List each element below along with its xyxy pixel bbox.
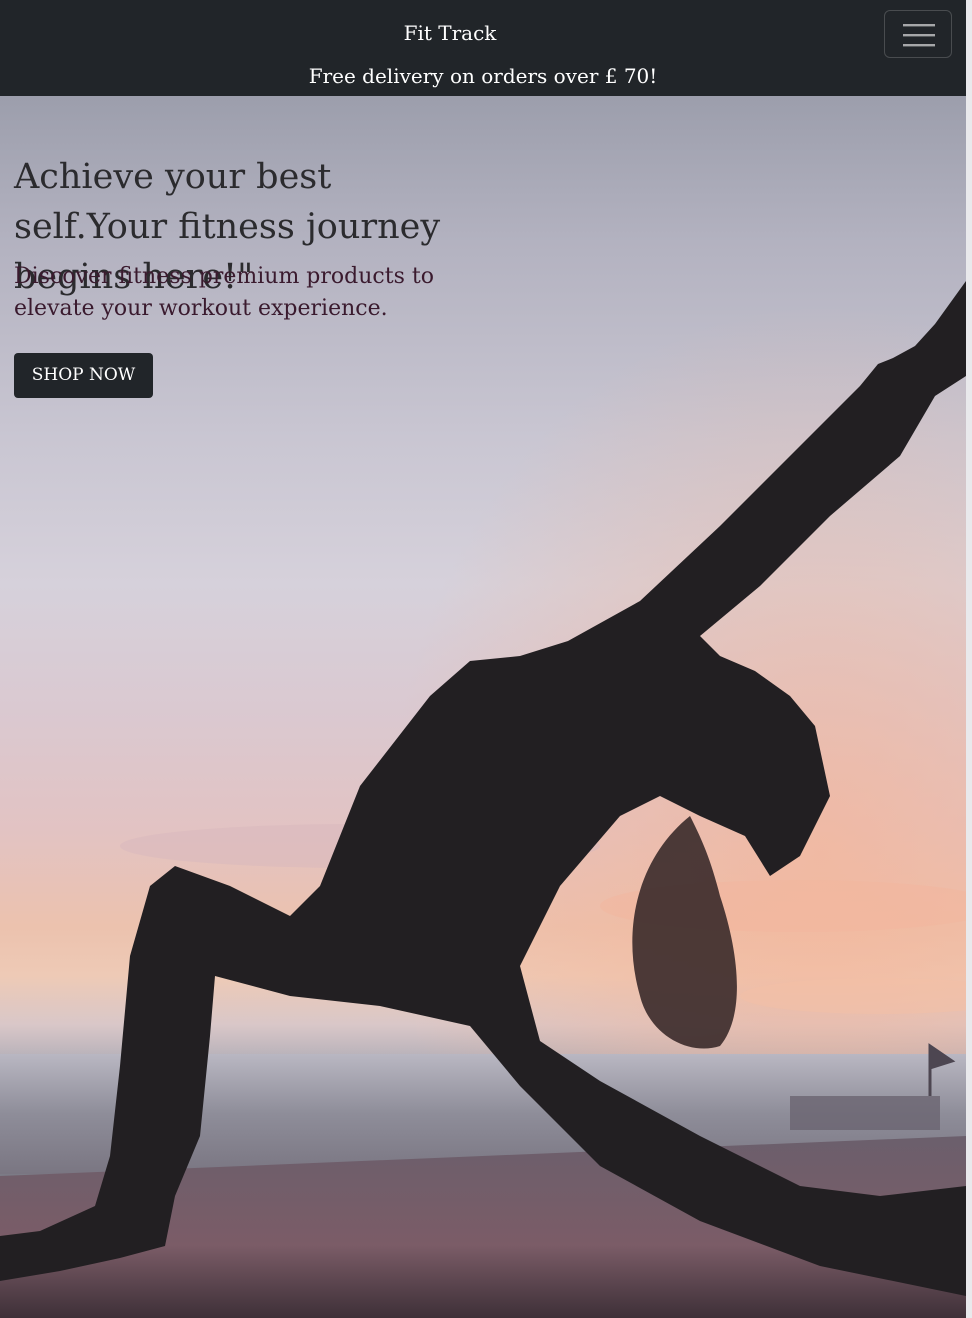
brand-name[interactable]: Fit Track bbox=[0, 18, 900, 48]
shop-now-button[interactable]: SHOP NOW bbox=[14, 353, 153, 398]
navbar-toggle-button[interactable] bbox=[884, 10, 952, 58]
hamburger-menu-icon bbox=[903, 24, 935, 47]
promo-banner: Free delivery on orders over £ 70! bbox=[308, 64, 658, 88]
hero-subheadline: Discover fitness premium products to ele… bbox=[14, 264, 434, 321]
top-navbar: Fit Track Free delivery on orders over £… bbox=[0, 0, 966, 96]
page-scrollbar[interactable] bbox=[966, 0, 972, 1318]
hero-section: Achieve your best self.Your fitness jour… bbox=[0, 96, 966, 1318]
